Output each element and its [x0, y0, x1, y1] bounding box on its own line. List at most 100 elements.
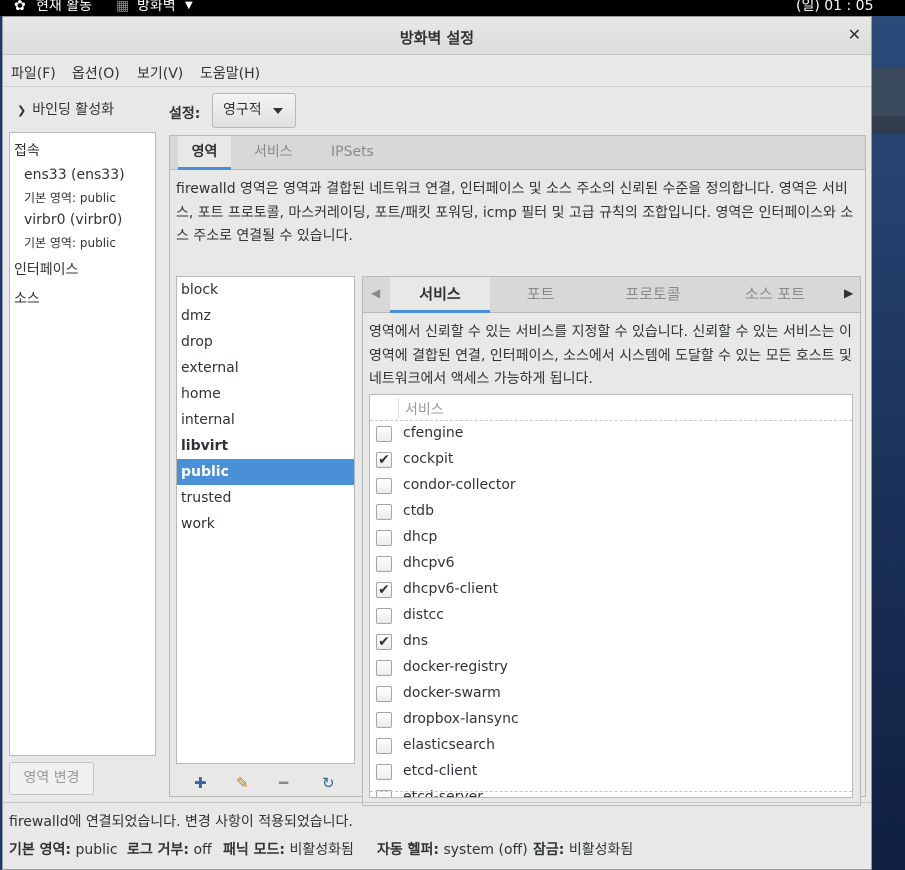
zone-item-internal[interactable]: internal [177, 407, 354, 433]
background-window-edge [872, 68, 905, 116]
zone-item-home[interactable]: home [177, 381, 354, 407]
service-row-dns[interactable]: ✔ dns [370, 629, 852, 655]
service-checkbox[interactable] [376, 738, 392, 754]
service-checkbox[interactable] [376, 426, 392, 442]
connection-item-ens33[interactable]: ens33 (ens33) [24, 167, 125, 183]
connections-header[interactable]: 접속 [14, 140, 40, 160]
activities-button[interactable]: 현재 활동 [36, 0, 92, 13]
menu-help[interactable]: 도움말(H) [200, 63, 260, 83]
service-checkbox[interactable] [376, 712, 392, 728]
service-name: distcc [403, 607, 444, 623]
caret-down-icon [273, 108, 283, 114]
menu-options[interactable]: 옵션(O) [72, 63, 120, 83]
background-window-edge-2 [872, 116, 905, 134]
service-name: elasticsearch [403, 737, 495, 753]
service-row-distcc[interactable]: distcc [370, 603, 852, 629]
menu-view[interactable]: 보기(V) [137, 63, 183, 83]
tab-services[interactable]: 서비스 [254, 136, 293, 170]
connection-item-virbr0[interactable]: virbr0 (virbr0) [24, 212, 122, 228]
interfaces-header[interactable]: 인터페이스 [14, 259, 78, 279]
tab-scroll-right-icon[interactable]: ▶ [844, 286, 853, 300]
service-checkbox[interactable] [376, 764, 392, 780]
binding-toggle-label: 바인딩 활성화 [32, 102, 114, 118]
reload-icon[interactable]: ↻ [322, 774, 335, 792]
app-menu-caret-icon[interactable]: ▼ [185, 0, 193, 12]
column-separator [398, 398, 399, 418]
zone-item-trusted[interactable]: trusted [177, 485, 354, 511]
edit-icon[interactable]: ✎ [236, 774, 249, 792]
clock[interactable]: (일) 01 : 05 [796, 0, 874, 13]
binding-toggle[interactable]: ❯ 바인딩 활성화 [17, 99, 114, 119]
service-name: cfengine [403, 425, 464, 441]
service-row-etcd-client[interactable]: etcd-client [370, 759, 852, 785]
right-pane: 설정: 영구적 영역 서비스 IPSets firewalld 영역은 영역과 … [163, 87, 871, 806]
service-checkbox[interactable] [376, 556, 392, 572]
close-icon[interactable]: ✕ [848, 25, 861, 44]
service-row-docker-swarm[interactable]: docker-swarm [370, 681, 852, 707]
service-list: 서비스 cfengine ✔ cockpit condor-collector ctdb… [369, 394, 853, 798]
service-checkbox[interactable] [376, 686, 392, 702]
service-name: ctdb [403, 503, 434, 519]
zone-item-libvirt[interactable]: libvirt [177, 433, 354, 459]
zone-item-public[interactable]: public [177, 459, 354, 485]
add-icon[interactable]: ✚ [194, 774, 207, 792]
service-row-dhcp[interactable]: dhcp [370, 525, 852, 551]
window-title: 방화벽 설정 [399, 29, 475, 47]
zone-item-dmz[interactable]: dmz [177, 303, 354, 329]
service-row-condor-collector[interactable]: condor-collector [370, 473, 852, 499]
tab-scroll-left-icon[interactable]: ◀ [371, 286, 380, 300]
service-row-cfengine[interactable]: cfengine [370, 421, 852, 447]
chevron-down-icon: ❯ [17, 104, 27, 117]
service-column-header[interactable]: 서비스 [370, 395, 852, 421]
connection-list: 접속 ens33 (ens33) 기본 영역: public virbr0 (v… [9, 132, 156, 756]
service-checkbox[interactable]: ✔ [376, 634, 392, 650]
change-zone-button[interactable]: 영역 변경 [9, 762, 94, 795]
zone-item-block[interactable]: block [177, 277, 354, 303]
connection-zone-virbr0: 기본 영역: public [24, 234, 116, 251]
service-row-elasticsearch[interactable]: elasticsearch [370, 733, 852, 759]
tab-ipsets[interactable]: IPSets [331, 136, 374, 170]
zone-description: firewalld 영역은 영역과 결합된 네트워크 연결, 인터페이스 및 소… [176, 181, 854, 244]
service-row-cockpit[interactable]: ✔ cockpit [370, 447, 852, 473]
service-list-bottom-border [370, 791, 852, 792]
tab-zone-protocols[interactable]: 프로토콜 [603, 277, 703, 313]
tab-zone-services[interactable]: 서비스 [390, 277, 490, 313]
status-bar: firewalld에 연결되었습니다. 변경 사항이 적용되었습니다. 기본 영… [3, 802, 871, 870]
service-checkbox[interactable] [376, 530, 392, 546]
app-menu[interactable]: 방화벽 [137, 0, 176, 13]
service-row-ctdb[interactable]: ctdb [370, 499, 852, 525]
status-lockdown: 잠금: 비활성화됨 [533, 839, 633, 859]
tab-zone-ports[interactable]: 포트 [503, 277, 578, 313]
zone-value: public [79, 191, 116, 205]
service-checkbox[interactable]: ✔ [376, 582, 392, 598]
service-checkbox[interactable] [376, 608, 392, 624]
service-checkbox[interactable]: ✔ [376, 452, 392, 468]
remove-icon[interactable]: ━ [279, 774, 288, 792]
service-row-docker-registry[interactable]: docker-registry [370, 655, 852, 681]
sources-header[interactable]: 소스 [14, 288, 40, 308]
firewall-app-icon: ▦ [116, 0, 130, 14]
title-bar[interactable]: 방화벽 설정 ✕ [3, 17, 871, 55]
service-name: dhcpv6 [403, 555, 455, 571]
zone-value: public [79, 236, 116, 250]
activities-icon: ✿ [14, 0, 26, 14]
helper-value: system (off) [443, 842, 528, 858]
zone-item-drop[interactable]: drop [177, 329, 354, 355]
tab-zones[interactable]: 영역 [178, 136, 231, 170]
menu-file[interactable]: 파일(F) [11, 63, 56, 83]
config-label: 설정: [169, 106, 201, 122]
status-message: firewalld에 연결되었습니다. 변경 사항이 적용되었습니다. [9, 814, 353, 830]
zone-item-work[interactable]: work [177, 511, 354, 537]
service-checkbox[interactable] [376, 478, 392, 494]
service-checkbox[interactable] [376, 660, 392, 676]
service-row-dhcpv6[interactable]: dhcpv6 [370, 551, 852, 577]
status-helper: 자동 헬퍼: system (off) [377, 839, 528, 859]
service-row-dropbox-lansync[interactable]: dropbox-lansync [370, 707, 852, 733]
panic-value: 비활성화됨 [289, 842, 354, 858]
zone-item-external[interactable]: external [177, 355, 354, 381]
main-tabs: 영역 서비스 IPSets [170, 136, 865, 170]
tab-zone-source-ports[interactable]: 소스 포트 [725, 277, 825, 313]
service-row-dhcpv6-client[interactable]: ✔ dhcpv6-client [370, 577, 852, 603]
service-checkbox[interactable] [376, 504, 392, 520]
config-dropdown[interactable]: 영구적 [212, 93, 296, 128]
